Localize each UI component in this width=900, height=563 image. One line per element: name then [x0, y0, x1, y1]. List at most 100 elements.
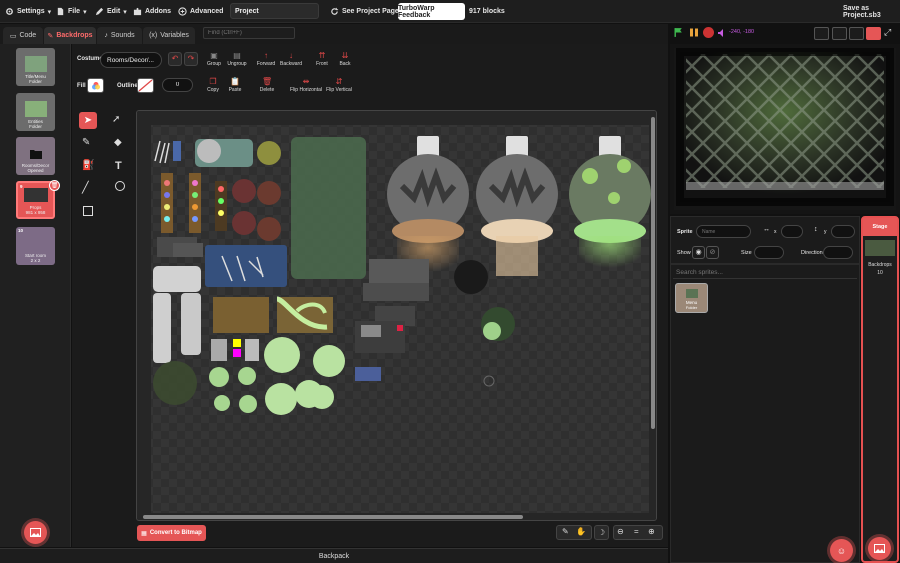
back-button[interactable]: ⇊ Back: [336, 51, 354, 67]
green-flag-icon[interactable]: [673, 27, 684, 38]
advanced-menu[interactable]: Advanced: [178, 5, 223, 18]
fill-label: Fill: [77, 83, 86, 89]
outline-color-picker[interactable]: [137, 78, 154, 93]
delete-costume-icon[interactable]: 🗑: [49, 180, 60, 191]
paste-label: Paste: [228, 87, 242, 93]
image-icon: [30, 528, 41, 537]
tab-backdrops-label: Backdrops: [56, 32, 93, 39]
code-icon: ▭: [9, 32, 17, 40]
redo-icon[interactable]: ↷: [184, 52, 198, 66]
group-button[interactable]: ▣ Group: [204, 51, 224, 67]
paste-button[interactable]: 📋 Paste: [227, 77, 243, 93]
chevron-down-icon: ▾: [47, 8, 52, 16]
costume-item-entities[interactable]: Entities Folder: [16, 93, 55, 131]
convert-to-bitmap-button[interactable]: ▦ Convert to Bitmap: [137, 525, 206, 541]
tab-sounds[interactable]: ♪ Sounds: [97, 27, 142, 44]
tab-backdrops[interactable]: ✎ Backdrops: [44, 27, 96, 44]
file-menu[interactable]: File ▾: [56, 5, 87, 18]
search-sprites-input[interactable]: [673, 267, 857, 279]
reshape-tool[interactable]: ➚: [112, 114, 120, 125]
hand-icon[interactable]: ✋: [576, 527, 586, 536]
direction-input[interactable]: [823, 246, 853, 259]
text-tool[interactable]: T: [115, 160, 122, 172]
brush-tool[interactable]: ✎: [82, 137, 90, 148]
flip-vertical-button[interactable]: ⇵ Flip Vertical: [325, 77, 353, 93]
tab-code[interactable]: ▭ Code: [3, 27, 43, 44]
edit-label: Edit: [107, 8, 121, 15]
brush-icon: ✎: [47, 32, 54, 40]
forward-button[interactable]: ↑ Forward: [255, 51, 277, 67]
speaker-icon[interactable]: [717, 28, 727, 38]
fullscreen-icon[interactable]: ⤢: [884, 27, 894, 39]
props-thumbnail: [23, 188, 48, 202]
feedback-button[interactable]: TurboWarp Feedback: [398, 3, 465, 20]
arrow-up-icon: ↑: [264, 51, 268, 60]
addons-stage-icon[interactable]: [814, 27, 829, 40]
copy-button[interactable]: ❐ Copy: [205, 77, 221, 93]
costume-name-input[interactable]: [100, 52, 162, 68]
addons-menu[interactable]: Addons: [133, 5, 171, 18]
ungroup-button[interactable]: ▤ Ungroup: [226, 51, 248, 67]
choose-sprite-button[interactable]: ☺: [830, 539, 853, 562]
costume-item-rooms-decor[interactable]: Rooms/Decor Opened: [16, 137, 55, 175]
project-title-input[interactable]: [230, 3, 319, 19]
stage-preview[interactable]: [670, 44, 900, 214]
front-button[interactable]: ⇈ Front: [313, 51, 331, 67]
pencil-icon[interactable]: ✎: [562, 527, 569, 536]
eraser-tool[interactable]: ◆: [114, 137, 122, 148]
stage-target[interactable]: Stage Backdrops 10: [861, 216, 899, 563]
drawing-canvas[interactable]: [136, 110, 657, 521]
fill-color-picker[interactable]: [87, 78, 104, 93]
stop-button[interactable]: [703, 27, 714, 38]
costume-sub: 981 x 958: [25, 210, 46, 215]
hide-icon[interactable]: ⊘: [706, 246, 719, 259]
editor-tabs: ▭ Code ✎ Backdrops ♪ Sounds (x) Variable…: [0, 24, 668, 44]
costume-item-props[interactable]: 9 Props 981 x 958 🗑: [16, 180, 60, 219]
delete-label: Delete: [259, 87, 275, 93]
see-project-page-button[interactable]: See Project Page: [330, 5, 399, 18]
trash-icon: 🗑: [262, 77, 273, 86]
fill-tool[interactable]: ⛽: [82, 160, 94, 171]
size-input[interactable]: [754, 246, 784, 259]
large-stage-icon[interactable]: [866, 27, 881, 40]
variable-icon: (x): [149, 32, 158, 39]
circle-tool[interactable]: [115, 181, 125, 191]
find-input[interactable]: [203, 27, 295, 39]
moon-icon[interactable]: ☽: [594, 525, 609, 540]
sprite-name-input[interactable]: [696, 225, 751, 238]
copy-label: Copy: [207, 87, 219, 93]
flip-horizontal-button[interactable]: ⇹ Flip Horizontal: [290, 77, 322, 93]
show-visible-icon[interactable]: ◉: [692, 246, 705, 259]
props-artwork: [137, 111, 656, 520]
costume-item-start-room[interactable]: 10 Start room 2 x 2: [16, 227, 55, 265]
rectangle-tool[interactable]: [83, 206, 93, 216]
pause-icon[interactable]: [689, 27, 699, 38]
undo-icon[interactable]: ↶: [168, 52, 182, 66]
show-label: Show: [677, 250, 691, 256]
line-tool[interactable]: ╱: [82, 181, 89, 194]
x-input[interactable]: [781, 225, 803, 238]
save-as-button[interactable]: Save as Project.sb3: [843, 5, 900, 19]
copy-icon: ❐: [209, 77, 217, 86]
group-icon: ▣: [210, 51, 218, 60]
normal-stage-icon[interactable]: [849, 27, 864, 40]
settings-menu[interactable]: Settings ▾: [5, 5, 51, 18]
costume-item-title-menu[interactable]: Title/Menu Folder: [16, 48, 55, 86]
select-tool[interactable]: ➤: [79, 112, 97, 129]
tab-variables[interactable]: (x) Variables: [143, 27, 195, 44]
choose-backdrop-stage-button[interactable]: [868, 537, 891, 560]
zoom-reset-button[interactable]: =: [634, 527, 639, 536]
y-input[interactable]: [831, 225, 855, 238]
zoom-out-icon[interactable]: ⊖: [617, 527, 624, 536]
backdrops-count: 10: [877, 270, 883, 276]
choose-backdrop-button[interactable]: [24, 521, 47, 544]
outline-width-input[interactable]: [162, 78, 193, 92]
sprite-item-menu[interactable]: Menu Folder: [675, 283, 708, 313]
small-stage-icon[interactable]: [832, 27, 847, 40]
backward-button[interactable]: ↓ Backward: [279, 51, 303, 67]
backpack-bar[interactable]: Backpack: [0, 548, 668, 563]
edit-menu[interactable]: Edit ▾: [95, 5, 127, 18]
zoom-in-icon[interactable]: ⊕: [648, 527, 655, 536]
file-label: File: [68, 8, 81, 15]
delete-button[interactable]: 🗑 Delete: [258, 77, 276, 93]
